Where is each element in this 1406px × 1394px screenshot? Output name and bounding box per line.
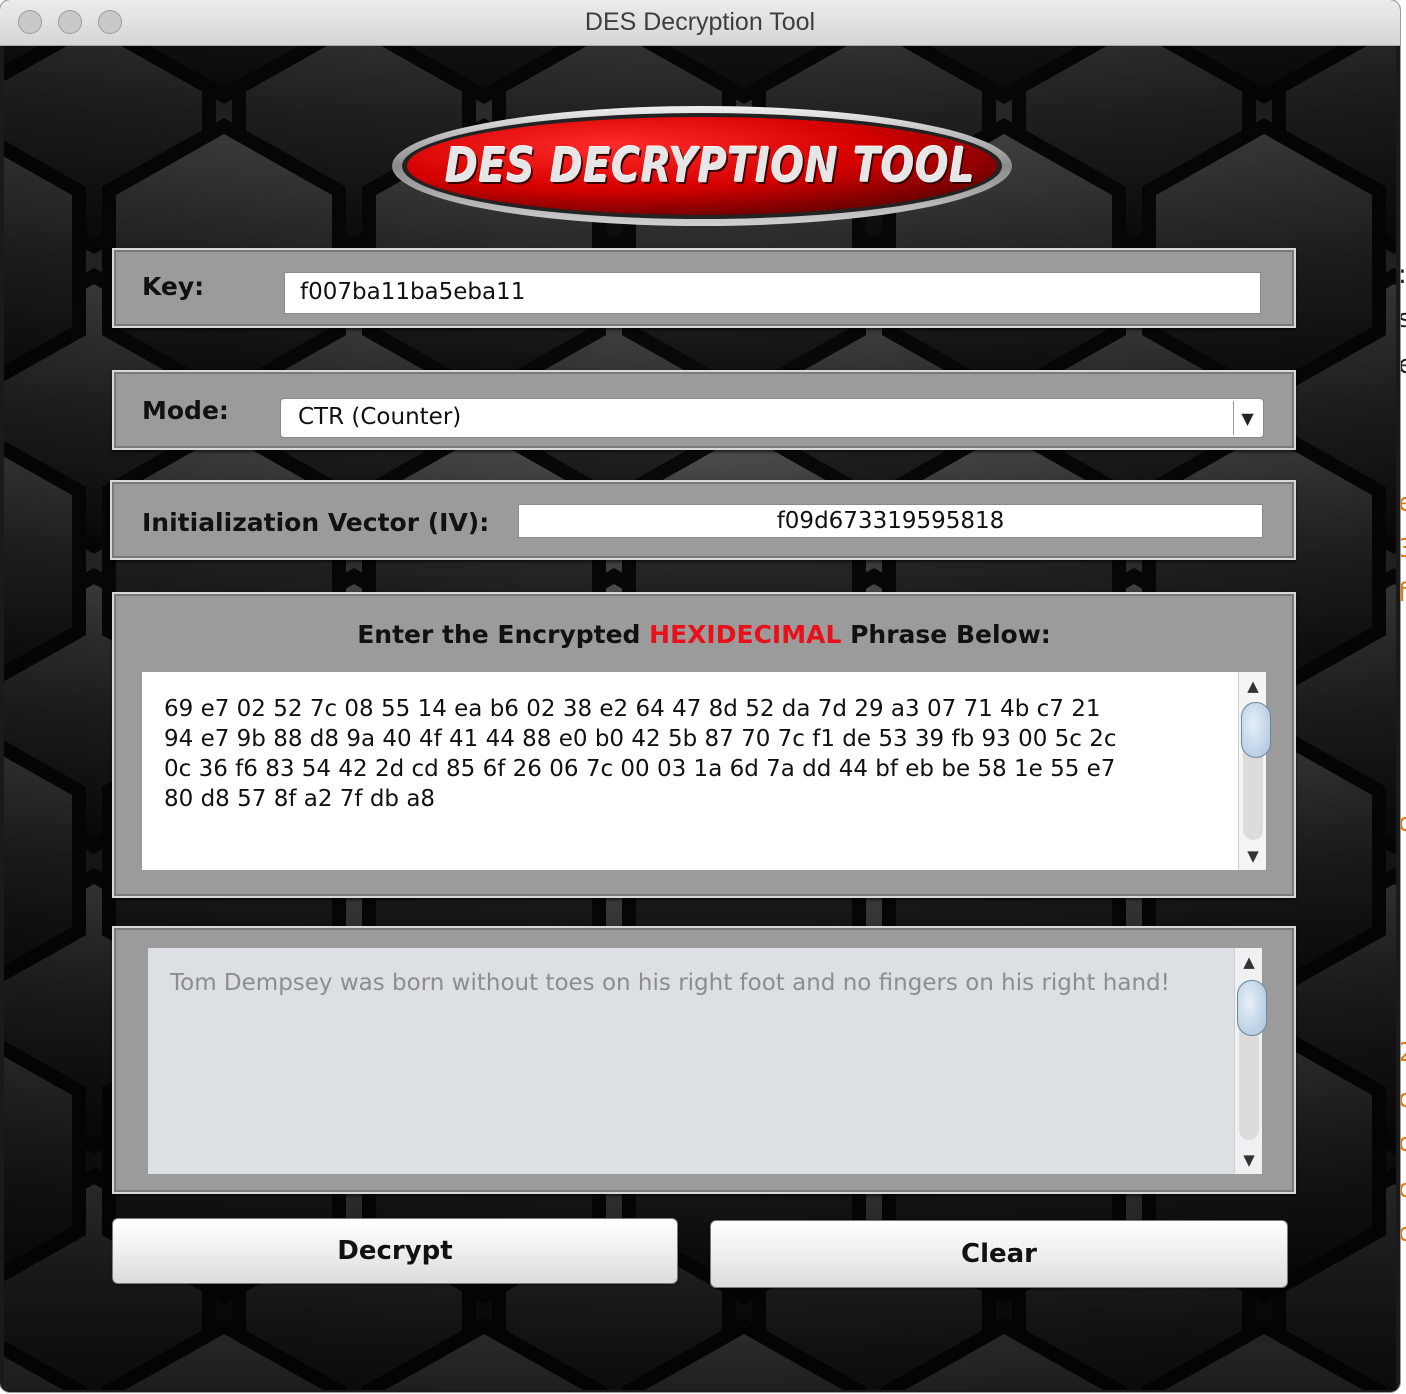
mode-panel: Mode: CTR (Counter) ▼ — [112, 370, 1296, 450]
cipher-scroll-thumb[interactable] — [1241, 702, 1271, 758]
mode-dropdown[interactable]: CTR (Counter) ▼ — [280, 398, 1264, 438]
main-content: DES DECRYPTION TOOL Key: f007ba11ba5eba1… — [4, 46, 1396, 1390]
cipher-heading-emphasis: HEXIDECIMAL — [649, 620, 842, 649]
output-panel: Tom Dempsey was born without toes on his… — [112, 926, 1296, 1194]
title-bar: DES Decryption Tool — [0, 0, 1400, 46]
cipher-heading-prefix: Enter the Encrypted — [357, 620, 650, 649]
output-scrollbar[interactable]: ▲ ▼ — [1234, 948, 1267, 1174]
output-scroll-track — [1237, 980, 1267, 1140]
cipher-scrollbar[interactable]: ▲ ▼ — [1238, 672, 1271, 870]
key-input[interactable]: f007ba11ba5eba11 — [284, 272, 1261, 314]
cipher-scroll-track — [1241, 702, 1271, 840]
iv-input[interactable]: f09d673319595818 — [518, 504, 1263, 538]
mode-selected-value: CTR (Counter) — [298, 404, 462, 430]
arrow-up-icon[interactable]: ▲ — [1235, 948, 1263, 976]
cipher-panel: Enter the Encrypted HEXIDECIMAL Phrase B… — [112, 592, 1296, 898]
output-textarea[interactable]: Tom Dempsey was born without toes on his… — [148, 948, 1234, 1174]
key-panel: Key: f007ba11ba5eba11 — [112, 248, 1296, 328]
arrow-up-icon[interactable]: ▲ — [1239, 672, 1267, 700]
cipher-heading-suffix: Phrase Below: — [841, 620, 1051, 649]
arrow-down-icon[interactable]: ▼ — [1235, 1146, 1263, 1174]
key-label: Key: — [142, 272, 205, 301]
chevron-down-icon[interactable]: ▼ — [1233, 401, 1261, 435]
clear-button[interactable]: Clear — [710, 1220, 1288, 1288]
app-logo: DES DECRYPTION TOOL — [389, 104, 1015, 228]
logo-text: DES DECRYPTION TOOL — [445, 138, 976, 194]
mode-label: Mode: — [142, 396, 229, 425]
arrow-down-icon[interactable]: ▼ — [1239, 842, 1267, 870]
cipher-textarea[interactable]: 69 e7 02 52 7c 08 55 14 ea b6 02 38 e2 6… — [142, 672, 1238, 870]
app-window: DES Decryption Tool DES DECRYPTION TOOL … — [0, 0, 1400, 1392]
decrypt-button[interactable]: Decrypt — [112, 1218, 678, 1284]
iv-label: Initialization Vector (IV): — [142, 508, 490, 537]
iv-panel: Initialization Vector (IV): f09d67331959… — [110, 480, 1296, 560]
cipher-heading: Enter the Encrypted HEXIDECIMAL Phrase B… — [114, 620, 1294, 649]
window-title: DES Decryption Tool — [584, 8, 816, 36]
output-scroll-thumb[interactable] — [1237, 980, 1267, 1036]
